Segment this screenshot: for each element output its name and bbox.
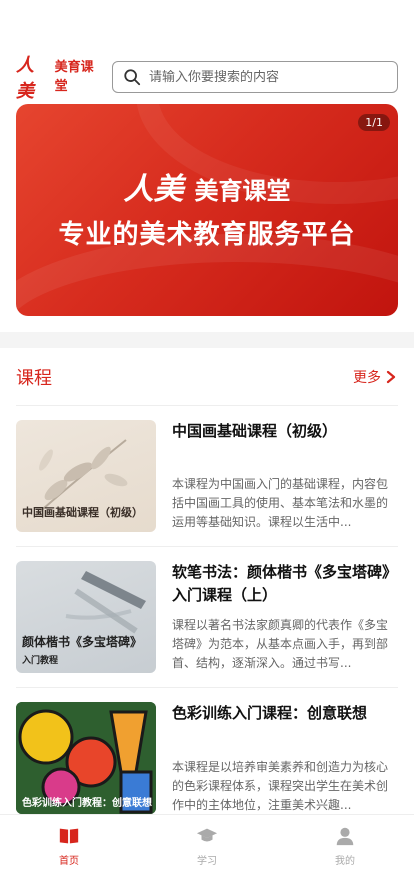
- tab-home-label: 首页: [59, 856, 79, 867]
- course-thumbnail: 中国画基础课程（初级）: [16, 420, 156, 532]
- banner-container: 1/1 人美 美育课堂 专业的美术教育服务平台: [0, 104, 414, 332]
- course-info: 软笔书法：颜体楷书《多宝塔碑》入门课程（上） 课程以著名书法家颜真卿的代表作《多…: [172, 561, 398, 673]
- course-item[interactable]: 颜体楷书《多宝塔碑》 入门教程 软笔书法：颜体楷书《多宝塔碑》入门课程（上） 课…: [16, 547, 398, 688]
- course-info: 色彩训练入门课程：创意联想 本课程是以培养审美素养和创造力为核心的色彩课程体系，…: [172, 702, 398, 815]
- logo-text: 美育课堂: [54, 60, 94, 94]
- tab-bar: 首页 学习 我的: [0, 814, 414, 896]
- tab-study-label: 学习: [197, 856, 217, 867]
- more-label: 更多: [353, 369, 381, 386]
- thumbnail-caption: 颜体楷书《多宝塔碑》: [22, 635, 143, 649]
- book-icon: [59, 828, 79, 844]
- user-icon: [336, 827, 354, 846]
- search-input[interactable]: [149, 69, 387, 85]
- banner-logo-text: 美育课堂: [194, 176, 291, 205]
- section-header: 课程 更多: [16, 348, 398, 406]
- course-item[interactable]: 中国画基础课程（初级） 中国画基础课程（初级） 本课程为中国画入门的基础课程，内…: [16, 406, 398, 547]
- thumbnail-caption: 中国画基础课程（初级）: [22, 506, 143, 519]
- courses-section: 课程 更多 中国画基础课程（初级） 中国画基础课程（初级） 本课程为中国画入门的…: [0, 348, 414, 868]
- tab-home[interactable]: 首页: [0, 815, 138, 896]
- logo-mark: 人美: [16, 55, 34, 102]
- tab-mine[interactable]: 我的: [276, 815, 414, 896]
- tab-mine-label: 我的: [335, 856, 355, 867]
- banner-slide[interactable]: 1/1 人美 美育课堂 专业的美术教育服务平台: [16, 104, 398, 316]
- search-icon: [124, 69, 141, 86]
- course-thumbnail: 色彩训练入门教程：创意联想: [16, 702, 156, 814]
- course-item[interactable]: 色彩训练入门教程：创意联想 色彩训练入门课程：创意联想 本课程是以培养审美素养和…: [16, 688, 398, 829]
- more-link[interactable]: 更多: [353, 367, 398, 387]
- section-title: 课程: [16, 367, 52, 389]
- course-title: 色彩训练入门课程：创意联想: [172, 704, 368, 722]
- app-logo: 人美 美育课堂: [16, 51, 106, 103]
- course-info: 中国画基础课程（初级） 本课程为中国画入门的基础课程，内容包括中国画工具的使用、…: [172, 420, 398, 532]
- banner-slogan: 专业的美术教育服务平台: [58, 220, 356, 250]
- course-description: 课程以著名书法家颜真卿的代表作《多宝塔碑》为范本，从基本点画入手，再到部首、结构…: [172, 618, 389, 670]
- banner-logo-mark: 人美: [123, 172, 184, 207]
- thumbnail-subcaption: 入门教程: [22, 656, 59, 666]
- graduation-cap-icon: [196, 828, 218, 842]
- course-title: 中国画基础课程（初级）: [172, 422, 338, 440]
- status-bar: [0, 0, 414, 50]
- banner-brand: 人美 美育课堂: [16, 164, 398, 208]
- course-title: 软笔书法：颜体楷书《多宝塔碑》入门课程（上）: [172, 563, 398, 604]
- tab-study[interactable]: 学习: [138, 815, 276, 896]
- course-thumbnail: 颜体楷书《多宝塔碑》 入门教程: [16, 561, 156, 673]
- chevron-right-icon: [386, 370, 396, 383]
- search-box[interactable]: [112, 61, 398, 93]
- header: 人美 美育课堂: [0, 50, 414, 104]
- course-description: 本课程为中国画入门的基础课程，内容包括中国画工具的使用、基本笔法和水墨的运用等基…: [172, 477, 389, 529]
- course-description: 本课程是以培养审美素养和创造力为核心的色彩课程体系，课程突出学生在美术创作中的主…: [172, 760, 389, 812]
- thumbnail-caption: 色彩训练入门教程：创意联想: [22, 798, 152, 809]
- banner-counter: 1/1: [358, 114, 390, 131]
